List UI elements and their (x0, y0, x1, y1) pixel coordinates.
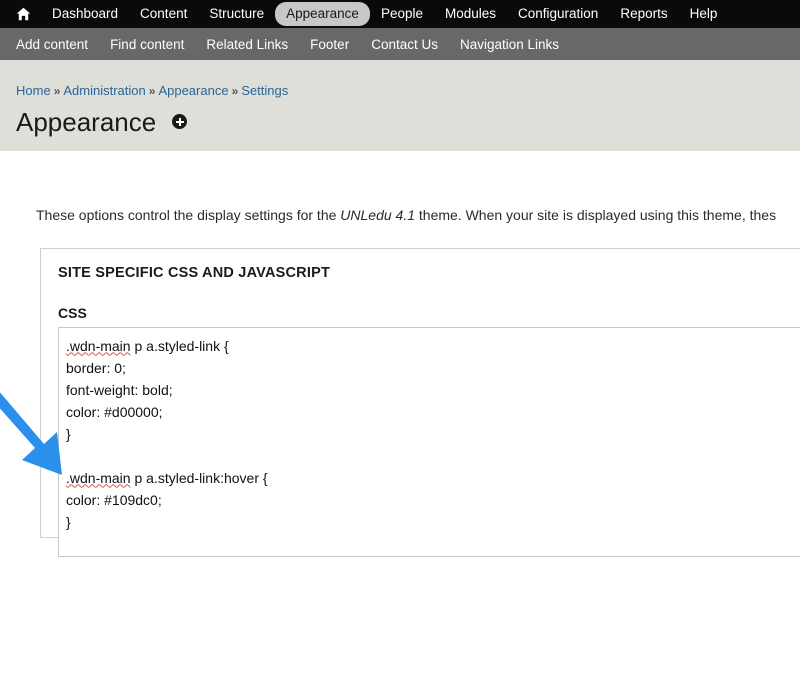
intro-text-before: These options control the display settin… (36, 207, 341, 223)
breadcrumb-item-administration[interactable]: Administration (63, 83, 145, 98)
breadcrumb-item-appearance[interactable]: Appearance (158, 83, 228, 98)
css-textarea[interactable]: .wdn-main p a.styled-link { border: 0; f… (58, 326, 800, 557)
site-specific-css-js-panel: SITE SPECIFIC CSS AND JAVASCRIPT CSS .wd… (40, 247, 800, 557)
breadcrumb-item-home[interactable]: Home (16, 83, 51, 98)
misspelled-token: .wdn-main (66, 469, 131, 486)
breadcrumb-item-settings[interactable]: Settings (241, 83, 288, 98)
css-line-7-rest: p a.styled-link:hover { (130, 469, 268, 486)
toolbar-item-appearance[interactable]: Appearance (275, 1, 370, 27)
misspelled-token: .wdn-main (66, 337, 131, 354)
css-lines-mid: border: 0; font-weight: bold; color: #d0… (66, 359, 173, 442)
toolbar-item-modules[interactable]: Modules (434, 2, 507, 26)
css-field-label: CSS (58, 304, 87, 321)
page-title: Appearance (16, 106, 157, 137)
shortcut-find-content[interactable]: Find content (110, 37, 184, 52)
admin-toolbar: Dashboard Content Structure Appearance P… (0, 0, 800, 28)
css-lines-end: color: #109dc0; } (66, 491, 162, 530)
page-head: Home» Administration» Appearance» Settings … (0, 60, 800, 151)
shortcut-contact-us[interactable]: Contact Us (371, 37, 438, 52)
breadcrumb: Home» Administration» Appearance» Settings (16, 83, 800, 99)
home-icon[interactable] (14, 7, 41, 21)
shortcut-related-links[interactable]: Related Links (206, 37, 288, 52)
toolbar-item-help[interactable]: Help (679, 2, 729, 26)
panel-title: SITE SPECIFIC CSS AND JAVASCRIPT (58, 264, 331, 281)
intro-text-after: theme. When your site is displayed using… (415, 207, 777, 223)
shortcut-footer[interactable]: Footer (310, 37, 349, 52)
main-content: These options control the display settin… (0, 151, 800, 557)
toolbar-item-people[interactable]: People (370, 2, 434, 26)
plus-circle-icon[interactable] (172, 114, 188, 130)
shortcut-bar: Add content Find content Related Links F… (0, 28, 800, 60)
breadcrumb-separator: » (231, 84, 239, 98)
css-line-1-rest: p a.styled-link { (130, 337, 229, 354)
toolbar-item-structure[interactable]: Structure (198, 2, 275, 26)
breadcrumb-separator: » (53, 84, 61, 98)
toolbar-item-dashboard[interactable]: Dashboard (41, 2, 129, 26)
page-title-row: Appearance (16, 106, 800, 137)
intro-theme-name: UNLedu 4.1 (340, 207, 415, 223)
toolbar-item-configuration[interactable]: Configuration (507, 2, 609, 26)
breadcrumb-separator: » (148, 84, 156, 98)
theme-settings-intro: These options control the display settin… (0, 151, 800, 226)
toolbar-item-content[interactable]: Content (129, 2, 198, 26)
shortcut-add-content[interactable]: Add content (16, 37, 88, 52)
toolbar-item-reports[interactable]: Reports (609, 2, 678, 26)
shortcut-navigation-links[interactable]: Navigation Links (460, 37, 559, 52)
